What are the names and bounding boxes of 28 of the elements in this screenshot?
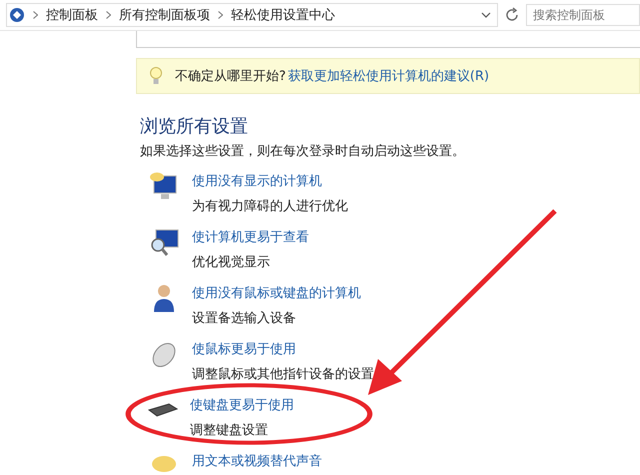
breadcrumb[interactable]: 所有控制面板项 xyxy=(119,6,210,24)
tip-text: 不确定从哪里开始? xyxy=(175,68,286,85)
setting-link[interactable]: 使用没有显示的计算机 xyxy=(192,172,348,190)
chevron-icon xyxy=(218,11,223,19)
breadcrumb[interactable]: 轻松使用设置中心 xyxy=(231,6,335,24)
chevron-icon xyxy=(33,11,38,19)
address-bar[interactable]: 控制面板 所有控制面板项 轻松使用设置中心 xyxy=(6,3,498,27)
setting-description: 设置备选输入设备 xyxy=(192,310,297,327)
search-field[interactable]: 搜索控制面板 xyxy=(526,4,640,26)
setting-description: 调整鼠标或其他指针设备的设置 xyxy=(192,366,374,383)
control-panel-icon xyxy=(9,7,25,23)
setting-link[interactable]: 使键盘更易于使用 xyxy=(190,396,294,414)
setting-link[interactable]: 使用没有鼠标或键盘的计算机 xyxy=(192,284,361,302)
keyboard-icon xyxy=(148,403,178,417)
breadcrumb[interactable]: 控制面板 xyxy=(46,6,98,24)
lightbulb-icon xyxy=(149,66,163,86)
setting-link[interactable]: 使鼠标更易于使用 xyxy=(192,340,374,358)
setting-link[interactable]: 用文本或视频替代声音 xyxy=(192,452,322,470)
section-title: 浏览所有设置 xyxy=(140,115,249,138)
setting-description: 为有视力障碍的人进行优化 xyxy=(192,198,348,215)
refresh-icon[interactable] xyxy=(504,7,520,23)
chevron-icon xyxy=(106,11,111,19)
setting-link[interactable]: 使计算机更易于查看 xyxy=(192,228,309,246)
section-description: 如果选择这些设置，则在每次登录时自动启动这些设置。 xyxy=(140,143,466,160)
setting-description: 调整键盘设置 xyxy=(190,422,269,439)
dropdown-icon[interactable] xyxy=(481,12,491,18)
tip-link[interactable]: 获取更加轻松使用计算机的建议(R) xyxy=(288,67,490,85)
setting-description: 优化视觉显示 xyxy=(192,254,271,271)
